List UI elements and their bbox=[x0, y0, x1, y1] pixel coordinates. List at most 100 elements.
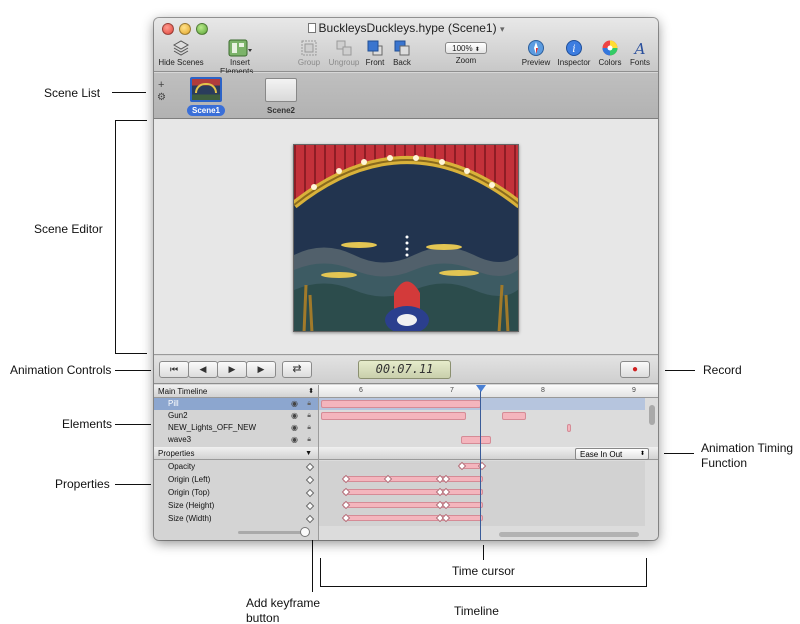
element-row-pill[interactable]: Pill ◉ 🔒︎ bbox=[154, 398, 318, 410]
add-keyframe-button[interactable] bbox=[305, 488, 315, 498]
ungroup-button[interactable]: Ungroup bbox=[326, 39, 362, 67]
ungroup-label: Ungroup bbox=[328, 58, 360, 67]
animation-controls: ⏮ ◀ ▶ ▶ ⇄ 00:07.11 ● bbox=[154, 356, 658, 384]
vertical-scrollbar[interactable] bbox=[649, 405, 655, 425]
animation-bar[interactable] bbox=[343, 476, 483, 482]
annotation-animation-controls: Animation Controls bbox=[10, 363, 112, 377]
annotation-line bbox=[115, 484, 151, 485]
time-cursor[interactable] bbox=[480, 385, 481, 540]
preview-label: Preview bbox=[521, 58, 551, 67]
annotation-time-cursor: Time cursor bbox=[452, 564, 515, 578]
add-keyframe-button[interactable] bbox=[305, 514, 315, 524]
annotation-line-2: button bbox=[246, 611, 280, 624]
annotation-line bbox=[112, 92, 146, 93]
scene-editor bbox=[154, 119, 658, 355]
time-cursor-handle[interactable] bbox=[476, 385, 486, 392]
animation-bar[interactable] bbox=[461, 436, 491, 444]
animation-bar[interactable] bbox=[502, 412, 526, 420]
eye-icon[interactable]: ◉ bbox=[291, 422, 298, 434]
property-row-size-height[interactable]: Size (Height) bbox=[154, 500, 318, 512]
add-keyframe-button[interactable] bbox=[305, 462, 315, 472]
property-row-origin-left[interactable]: Origin (Left) bbox=[154, 474, 318, 486]
fonts-label: Fonts bbox=[629, 58, 650, 67]
bring-front-icon bbox=[367, 40, 383, 56]
insert-elements-button[interactable]: Insert Elements... bbox=[209, 39, 271, 76]
front-button[interactable]: Front bbox=[362, 39, 388, 67]
timeline-zoom-slider[interactable] bbox=[238, 531, 308, 534]
add-keyframe-button[interactable] bbox=[305, 475, 315, 485]
insert-elements-icon bbox=[228, 39, 252, 57]
back-button[interactable]: Back bbox=[388, 39, 416, 67]
inspector-button[interactable]: i Inspector bbox=[554, 39, 594, 67]
group-button[interactable]: Group bbox=[292, 39, 326, 67]
element-row-gun2[interactable]: Gun2 ◉ 🔒︎ bbox=[154, 410, 318, 422]
element-name: wave3 bbox=[168, 435, 192, 444]
timeline-selector[interactable]: Main Timeline ⬍ bbox=[154, 385, 318, 398]
ruler-label: 6 bbox=[359, 387, 363, 394]
chevron-down-icon[interactable]: ▼ bbox=[305, 447, 312, 460]
animation-bar[interactable] bbox=[567, 424, 571, 432]
horizontal-scrollbar[interactable] bbox=[499, 532, 639, 537]
gear-icon[interactable]: ⚙ bbox=[157, 92, 166, 103]
document-icon bbox=[307, 23, 316, 33]
property-name: Opacity bbox=[168, 462, 196, 471]
colors-button[interactable]: Colors bbox=[596, 39, 624, 67]
add-keyframe-button[interactable] bbox=[305, 501, 315, 511]
eye-icon[interactable]: ◉ bbox=[291, 434, 298, 446]
lock-icon[interactable]: 🔒︎ bbox=[307, 398, 311, 410]
element-row-wave3[interactable]: wave3 ◉ 🔒︎ bbox=[154, 434, 318, 446]
record-button[interactable]: ● bbox=[620, 361, 650, 378]
element-row-new-lights[interactable]: NEW_Lights_OFF_NEW ◉ 🔒︎ bbox=[154, 422, 318, 434]
property-row-opacity[interactable]: Opacity bbox=[154, 461, 318, 473]
property-row-size-width[interactable]: Size (Width) bbox=[154, 513, 318, 525]
scene-canvas[interactable] bbox=[293, 144, 519, 332]
play-button[interactable]: ▶ bbox=[246, 361, 276, 378]
animation-bar[interactable] bbox=[343, 502, 483, 508]
property-row-origin-top[interactable]: Origin (Top) bbox=[154, 487, 318, 499]
scene-thumbnail-scene2[interactable] bbox=[265, 78, 297, 102]
lock-icon[interactable]: 🔒︎ bbox=[307, 422, 311, 434]
scene-label-scene2[interactable]: Scene2 bbox=[261, 105, 301, 116]
timeline-name: Main Timeline bbox=[158, 387, 208, 396]
preview-button[interactable]: Preview bbox=[520, 39, 552, 67]
annotation-line-1: Add keyframe bbox=[246, 596, 321, 610]
svg-text:A: A bbox=[633, 40, 646, 57]
send-back-icon bbox=[394, 40, 410, 56]
scene-thumbnail-scene1[interactable] bbox=[190, 77, 222, 102]
lock-icon[interactable]: 🔒︎ bbox=[307, 434, 311, 446]
timeline-track-area: 6 7 8 9 Ease In Out ⬍ bbox=[318, 385, 658, 540]
timeline-ruler[interactable]: 6 7 8 9 bbox=[319, 385, 658, 398]
properties-header[interactable]: Properties ▼ bbox=[154, 447, 318, 460]
annotation-animation-timing: Animation Timing Function bbox=[701, 441, 793, 471]
zoom-select[interactable]: 100% ⬍ bbox=[445, 42, 487, 54]
inspector-info-icon: i bbox=[566, 40, 582, 56]
loop-button[interactable]: ⇄ bbox=[282, 361, 312, 378]
properties-label: Properties bbox=[158, 449, 195, 458]
lock-icon[interactable]: 🔒︎ bbox=[307, 410, 311, 422]
animation-bar[interactable] bbox=[343, 515, 483, 521]
go-to-start-button[interactable]: ⏮ bbox=[159, 361, 189, 378]
timing-function-value: Ease In Out bbox=[580, 450, 623, 459]
previous-frame-button[interactable]: ◀ bbox=[188, 361, 218, 378]
scene-label-scene1[interactable]: Scene1 bbox=[187, 105, 225, 116]
timing-function-select[interactable]: Ease In Out ⬍ bbox=[575, 448, 649, 460]
window-title-text: BuckleysDuckleys.hype (Scene1) bbox=[318, 21, 497, 35]
scene-list: + ⚙ Scene1 Scene2 bbox=[154, 73, 658, 119]
property-name: Origin (Top) bbox=[168, 488, 210, 497]
title-menu-chevron-icon[interactable]: ▾ bbox=[500, 24, 505, 34]
next-frame-button[interactable]: ▶ bbox=[217, 361, 247, 378]
timeline-zoom-slider-knob[interactable] bbox=[300, 527, 310, 537]
animation-bar[interactable] bbox=[343, 489, 483, 495]
add-scene-button[interactable]: + bbox=[158, 79, 164, 91]
zoom-control[interactable]: 100% ⬍ Zoom bbox=[442, 39, 490, 65]
animation-bar[interactable] bbox=[321, 412, 466, 420]
colors-label: Colors bbox=[598, 58, 622, 67]
hide-scenes-button[interactable]: Hide Scenes bbox=[157, 39, 205, 67]
eye-icon[interactable]: ◉ bbox=[291, 410, 298, 422]
inspector-label: Inspector bbox=[557, 58, 591, 67]
annotation-line-1: Animation Timing bbox=[701, 441, 794, 455]
animation-bar[interactable] bbox=[321, 400, 481, 408]
eye-icon[interactable]: ◉ bbox=[291, 398, 298, 410]
fonts-button[interactable]: A Fonts bbox=[626, 39, 654, 67]
annotation-elements: Elements bbox=[62, 417, 113, 431]
